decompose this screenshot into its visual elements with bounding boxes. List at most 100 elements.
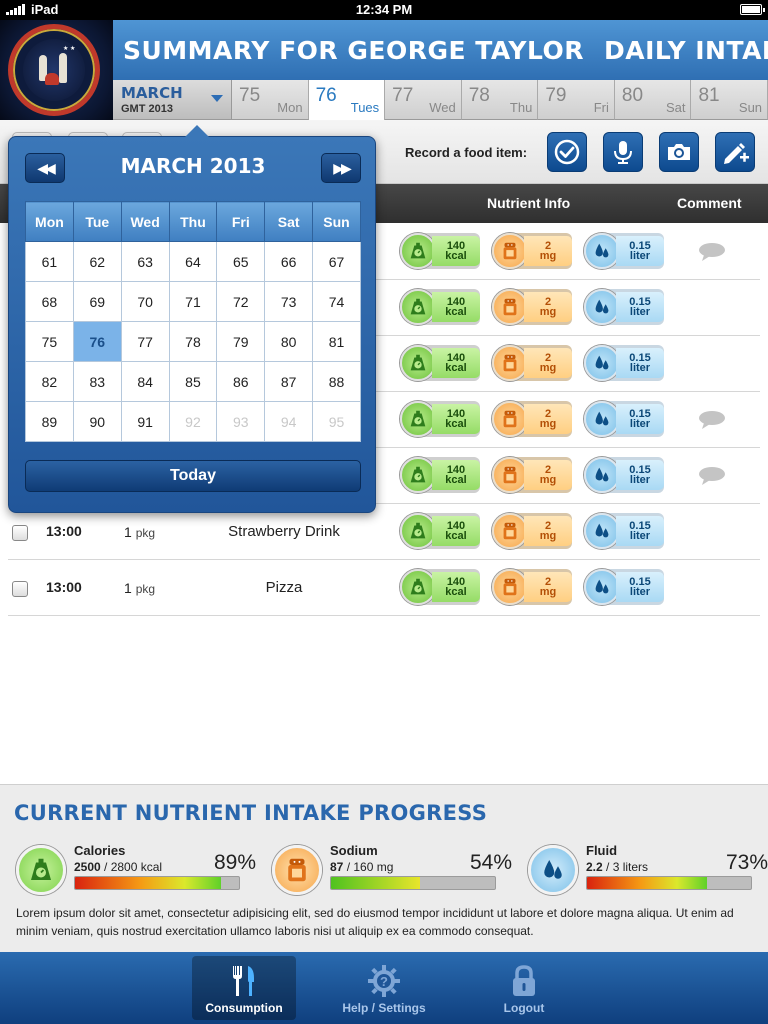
add-entry-button[interactable] [715,132,755,172]
calendar-day[interactable]: 71 [168,281,218,322]
comment-button[interactable] [698,242,726,262]
calendar-day[interactable]: 75 [25,321,74,362]
calendar-day[interactable]: 67 [312,241,361,282]
row-time: 13:00 [46,579,82,595]
calorie-unit: kcal [445,530,467,542]
calendar-day[interactable]: 61 [25,241,74,282]
day-tab-78[interactable]: 78 Thu [461,80,539,120]
record-label: Record a food item: [405,145,528,160]
tab-bar: Consumption ? Help / Settings Logout [0,952,768,1024]
tab-label: Consumption [205,1001,283,1015]
calendar-day[interactable]: 72 [216,281,266,322]
calendar-day[interactable]: 62 [72,241,122,282]
calendar-day[interactable]: 85 [168,361,218,402]
page-subtitle: DAILY INTAKE REPORT [604,35,768,65]
sodium-unit: mg [539,418,557,430]
fluid-badge: 0.15 liter [584,233,664,269]
calendar-day[interactable]: 84 [120,361,170,402]
fluid-badge: 0.15 liter [584,457,664,493]
scale-icon [410,298,426,315]
progress-calories: Calories 2500 / 2800 kcal 89% [16,843,256,895]
row-time: 13:00 [46,523,82,539]
row-checkbox[interactable] [12,525,28,541]
tab-help-settings[interactable]: ? Help / Settings [332,956,436,1020]
calorie-unit: kcal [445,418,467,430]
voice-record-button[interactable] [603,132,643,172]
column-header-nutrient: Nutrient Info [487,195,571,211]
calendar-day[interactable]: 91 [120,401,170,442]
calendar-day[interactable]: 70 [120,281,170,322]
row-checkbox[interactable] [12,581,28,597]
calendar-day[interactable]: 78 [168,321,218,362]
chevron-down-icon [211,95,223,102]
calendar-day[interactable]: 88 [312,361,361,402]
calorie-badge: 140 kcal [400,345,480,381]
calendar-day: 95 [312,401,361,442]
calendar-day[interactable]: 76 [72,321,122,362]
table-row[interactable]: 13:00 1 pkg Pizza 140 kcal 2 mg 0.15 liter [8,560,760,616]
tab-logout[interactable]: Logout [472,956,576,1020]
calendar-day[interactable]: 79 [216,321,266,362]
sodium-unit: mg [539,474,557,486]
calendar-day[interactable]: 80 [264,321,314,362]
day-tab-81[interactable]: 81 Sun [691,80,768,120]
water-drop-icon [595,523,609,538]
calorie-badge: 140 kcal [400,233,480,269]
day-number: 77 [392,85,414,106]
salt-shaker-icon [503,410,517,428]
calendar-day[interactable]: 90 [72,401,122,442]
photo-record-button[interactable] [659,132,699,172]
scale-icon [410,242,426,259]
water-drop-icon [595,355,609,370]
comment-button[interactable] [698,466,726,486]
clock: 12:34 PM [355,2,413,17]
salt-shaker-icon [503,298,517,316]
confirm-button[interactable] [547,132,587,172]
page-title: SUMMARY FOR GEORGE TAYLOR [123,35,584,65]
day-tab-79[interactable]: 79 Fri [538,80,615,120]
calendar-day: 93 [216,401,266,442]
intake-progress-panel: CURRENT NUTRIENT INTAKE PROGRESS Calorie… [0,784,768,952]
day-tab-76[interactable]: 76 Tues [308,80,386,120]
day-number: 75 [239,85,261,106]
calendar-day[interactable]: 69 [72,281,122,322]
row-food-name: Strawberry Drink [228,523,340,540]
day-weekday: Sun [738,100,763,115]
month-selector[interactable]: MARCH GMT 2013 [113,80,232,120]
tab-consumption[interactable]: Consumption [192,956,296,1020]
calendar-day[interactable]: 64 [168,241,218,282]
calendar-day[interactable]: 82 [25,361,74,402]
quantity-value: 1 [124,524,132,540]
fluid-unit: liter [629,418,651,430]
today-button[interactable]: Today [25,460,361,492]
next-month-button[interactable]: ▶▶ [321,153,361,183]
calendar-day[interactable]: 81 [312,321,361,362]
calendar-day[interactable]: 66 [264,241,314,282]
calendar-day[interactable]: 83 [72,361,122,402]
calendar-day[interactable]: 77 [120,321,170,362]
day-strip: 75 Mon 76 Tues 77 Wed 78 Thu 79 Fri 80 Sat 81 Sun [232,80,768,120]
progress-name: Calories [74,843,126,858]
calendar-day[interactable]: 68 [25,281,74,322]
calendar-day[interactable]: 73 [264,281,314,322]
timezone-label: GMT 2013 [121,103,173,115]
day-number: 76 [315,85,337,106]
fluid-unit: liter [629,474,651,486]
calendar-day[interactable]: 86 [216,361,266,402]
day-tab-80[interactable]: 80 Sat [614,80,692,120]
calendar-day[interactable]: 74 [312,281,361,322]
header-title-bar: SUMMARY FOR GEORGE TAYLOR DAILY INTAKE R… [113,20,768,80]
day-tab-75[interactable]: 75 Mon [232,80,309,120]
calendar-day[interactable]: 89 [25,401,74,442]
progress-sodium: Sodium 87 / 160 mg 54% [272,843,512,895]
comment-button[interactable] [698,410,726,430]
calendar-week: 68 69 70 71 72 73 74 [25,281,361,322]
calendar-day[interactable]: 65 [216,241,266,282]
calendar-day[interactable]: 87 [264,361,314,402]
svg-text:?: ? [380,974,388,989]
battery-icon [740,4,765,15]
day-tab-77[interactable]: 77 Wed [385,80,462,120]
calendar-day[interactable]: 63 [120,241,170,282]
sodium-unit: mg [539,586,557,598]
water-drop-icon [595,243,609,258]
